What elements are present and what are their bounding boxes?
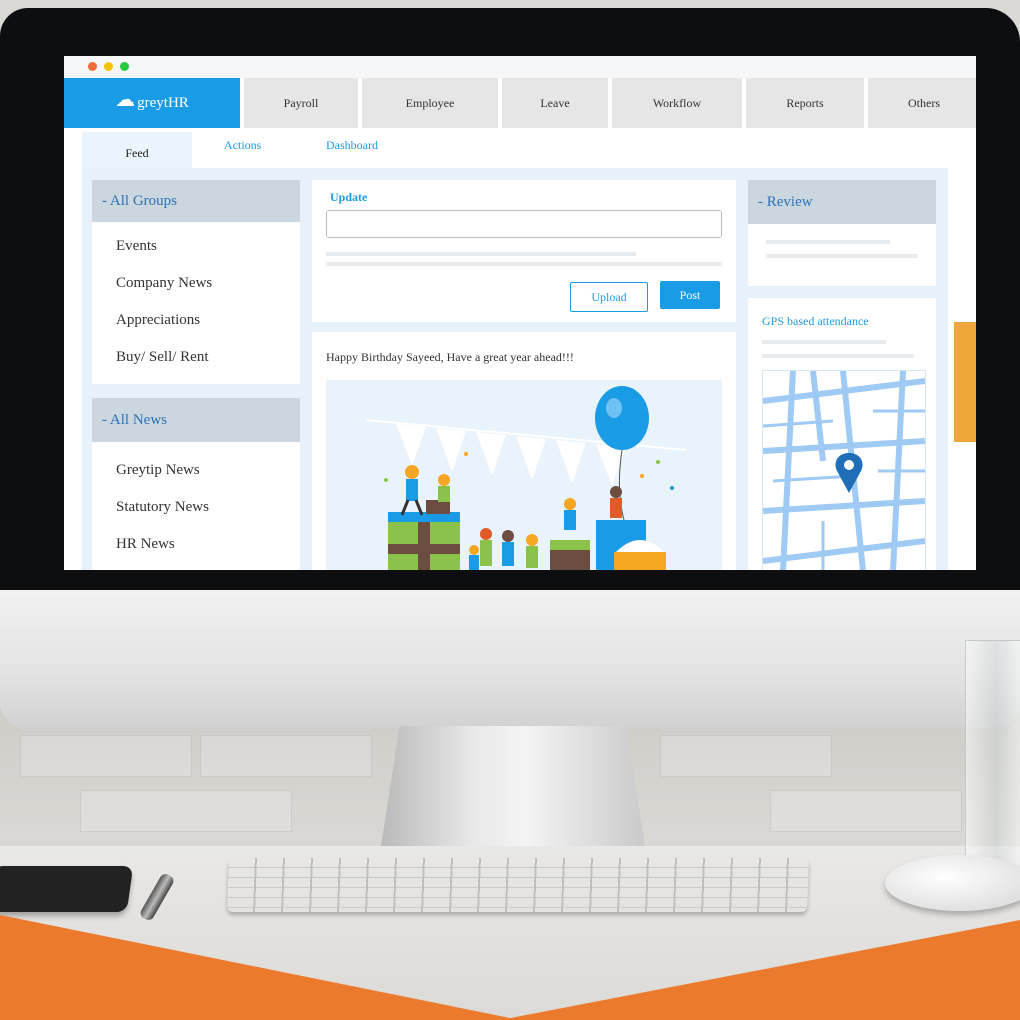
keyboard — [227, 858, 809, 912]
update-label: Update — [330, 190, 368, 204]
nav-item-reports[interactable]: Reports — [742, 78, 864, 128]
post-text: Happy Birthday Sayeed, Have a great year… — [326, 350, 574, 364]
update-input[interactable] — [326, 210, 722, 238]
placeholder-line — [762, 354, 914, 358]
news-item-greytip[interactable]: Greytip News — [92, 452, 300, 489]
groups-panel: - All Groups Events Company News Appreci… — [92, 180, 300, 384]
news-panel-title[interactable]: - All News — [92, 398, 300, 442]
window-maximize-dot[interactable] — [120, 62, 129, 71]
update-panel: Update Upload Post — [312, 180, 736, 322]
placeholder-line — [766, 240, 890, 244]
post-button[interactable]: Post — [660, 281, 720, 309]
wall-brick — [770, 790, 962, 832]
app-screen: ☁ greytHR Payroll Employee Leave Workflo… — [64, 56, 976, 570]
window-close-dot[interactable] — [88, 62, 97, 71]
top-nav: ☁ greytHR Payroll Employee Leave Workflo… — [64, 78, 976, 128]
groups-panel-title[interactable]: - All Groups — [92, 180, 300, 222]
placeholder-line — [762, 340, 886, 344]
feed-workarea: - All Groups Events Company News Appreci… — [82, 168, 948, 570]
placeholder-line — [326, 262, 722, 266]
group-item-appreciations[interactable]: Appreciations — [92, 302, 300, 339]
nav-item-leave[interactable]: Leave — [498, 78, 608, 128]
wall-brick — [80, 790, 292, 832]
review-panel-title[interactable]: - Review — [748, 180, 936, 224]
placeholder-line — [326, 252, 636, 256]
logo-text: greytHR — [137, 94, 189, 111]
group-item-buy-sell-rent[interactable]: Buy/ Sell/ Rent — [92, 339, 300, 376]
monitor-stand — [378, 726, 648, 866]
review-panel: - Review — [748, 180, 936, 286]
gps-map[interactable] — [762, 370, 926, 570]
wall-brick — [660, 735, 832, 777]
news-item-statutory[interactable]: Statutory News — [92, 489, 300, 526]
nav-item-payroll[interactable]: Payroll — [240, 78, 358, 128]
nav-item-employee[interactable]: Employee — [358, 78, 498, 128]
smartphone — [0, 866, 134, 912]
celebration-svg — [365, 386, 687, 570]
placeholder-line — [766, 254, 918, 258]
tab-dashboard[interactable]: Dashboard — [326, 138, 378, 153]
map-svg — [763, 371, 925, 570]
birthday-illustration — [326, 380, 722, 570]
monitor-chin — [0, 590, 1020, 728]
nav-item-others[interactable]: Others — [864, 78, 976, 128]
tab-actions[interactable]: Actions — [224, 138, 261, 153]
gps-panel-title[interactable]: GPS based attendance — [762, 314, 869, 329]
gps-panel: GPS based attendance — [748, 298, 936, 570]
wall-brick — [200, 735, 372, 777]
sub-tabs: Feed Actions Dashboard — [64, 128, 976, 171]
birthday-post: Happy Birthday Sayeed, Have a great year… — [312, 332, 736, 570]
group-item-company-news[interactable]: Company News — [92, 265, 300, 302]
group-item-events[interactable]: Events — [92, 228, 300, 265]
greythr-logo[interactable]: ☁ greytHR — [64, 78, 240, 128]
wall-brick — [20, 735, 192, 777]
window-minimize-dot[interactable] — [104, 62, 113, 71]
window-titlebar — [64, 56, 976, 78]
glass-of-water — [965, 640, 1020, 872]
feedback-side-tab[interactable] — [954, 322, 976, 442]
upload-button[interactable]: Upload — [570, 282, 648, 312]
cloud-icon: ☁ — [115, 88, 136, 111]
news-panel: - All News Greytip News Statutory News H… — [92, 398, 300, 570]
news-item-hr[interactable]: HR News — [92, 526, 300, 563]
tab-feed[interactable]: Feed — [82, 132, 192, 171]
nav-item-workflow[interactable]: Workflow — [608, 78, 742, 128]
